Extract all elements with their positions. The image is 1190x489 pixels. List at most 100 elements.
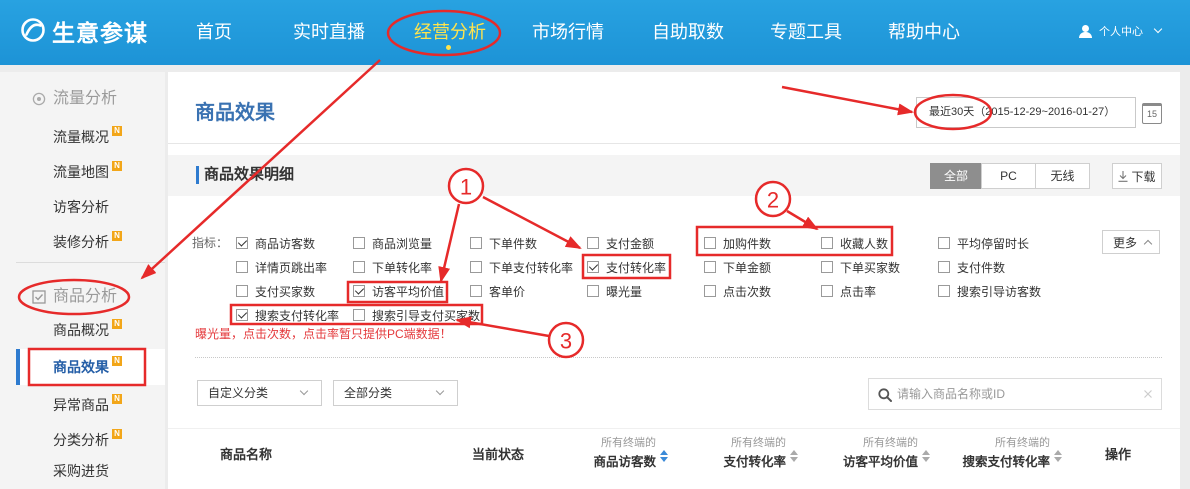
metric-option[interactable]: 点击率: [821, 279, 938, 303]
checkbox[interactable]: [821, 237, 833, 249]
checkbox[interactable]: [353, 309, 365, 321]
metric-option[interactable]: 支付件数: [938, 255, 1055, 279]
sidebar-section-traffic[interactable]: 流量分析: [32, 88, 117, 110]
metric-option[interactable]: 搜索支付转化率: [236, 303, 353, 327]
column-prefix: 所有终端的: [863, 437, 918, 449]
sort-icon[interactable]: [1054, 450, 1062, 462]
metric-label: 下单件数: [489, 236, 538, 251]
checkbox[interactable]: [353, 261, 365, 273]
date-range: （2015-12-29~2016-01-27）: [974, 106, 1116, 118]
search-input[interactable]: [897, 384, 1137, 404]
calendar-icon[interactable]: 15: [1142, 103, 1162, 124]
checkbox[interactable]: [470, 261, 482, 273]
checkbox[interactable]: [470, 237, 482, 249]
sidebar-item-product-overview[interactable]: 商品概况 N: [16, 313, 165, 348]
metric-option[interactable]: 客单价: [470, 279, 587, 303]
sidebar-item-product-effect[interactable]: 商品效果 N: [16, 349, 165, 385]
metric-option[interactable]: 详情页跳出率: [236, 255, 353, 279]
sort-icon[interactable]: [790, 450, 798, 462]
new-badge: N: [112, 126, 122, 136]
user-menu[interactable]: 个人中心: [1079, 22, 1163, 40]
metric-option[interactable]: 搜索引导访客数: [938, 279, 1055, 303]
metrics-label: 指标：: [192, 236, 229, 250]
metric-option[interactable]: 支付金额: [587, 231, 704, 255]
logo[interactable]: 生意参谋: [20, 16, 148, 46]
column-search-pay-conversion[interactable]: 所有终端的 搜索支付转化率: [930, 434, 1050, 472]
sidebar-item-visitor-analysis[interactable]: 访客分析: [16, 190, 165, 225]
tab-wireless[interactable]: 无线: [1035, 163, 1090, 189]
metric-option[interactable]: 商品浏览量: [353, 231, 470, 255]
checkbox[interactable]: [236, 261, 248, 273]
metric-option[interactable]: 支付转化率: [587, 255, 704, 279]
sidebar-item-category-analysis[interactable]: 分类分析 N: [16, 423, 165, 458]
checkbox[interactable]: [236, 237, 248, 249]
metric-option[interactable]: 点击次数: [704, 279, 821, 303]
checkbox[interactable]: [704, 285, 716, 297]
download-button[interactable]: 下载: [1112, 163, 1162, 189]
checkbox[interactable]: [353, 237, 365, 249]
sidebar-item-traffic-overview[interactable]: 流量概况 N: [16, 120, 165, 155]
metric-option[interactable]: 下单转化率: [353, 255, 470, 279]
checkbox[interactable]: [587, 261, 599, 273]
metric-option[interactable]: 收藏人数: [821, 231, 938, 255]
checkbox[interactable]: [821, 261, 833, 273]
nav-item-tools[interactable]: 专题工具: [770, 20, 842, 44]
more-metrics-button[interactable]: 更多: [1102, 230, 1160, 254]
checkbox[interactable]: [236, 285, 248, 297]
metric-option[interactable]: 平均停留时长: [938, 231, 1055, 255]
metric-option[interactable]: 下单买家数: [821, 255, 938, 279]
date-range-picker[interactable]: 最近30天（2015-12-29~2016-01-27）: [916, 97, 1136, 128]
checkbox[interactable]: [821, 285, 833, 297]
nav-item-self-service-data[interactable]: 自助取数: [652, 20, 724, 44]
column-visitor-value[interactable]: 所有终端的 访客平均价值: [798, 434, 918, 472]
chevron-down-icon: [435, 386, 445, 396]
sidebar-item-abnormal-products[interactable]: 异常商品 N: [16, 388, 165, 423]
checkbox[interactable]: [236, 309, 248, 321]
metric-label: 点击次数: [723, 284, 772, 299]
new-badge: N: [112, 429, 122, 439]
user-icon: [1079, 24, 1092, 38]
metric-label: 下单支付转化率: [489, 260, 574, 275]
metric-label: 支付金额: [606, 236, 655, 251]
metric-option[interactable]: 支付买家数: [236, 279, 353, 303]
metric-option[interactable]: 加购件数: [704, 231, 821, 255]
metric-option[interactable]: 下单支付转化率: [470, 255, 587, 279]
checkbox[interactable]: [938, 285, 950, 297]
column-pay-conversion[interactable]: 所有终端的 支付转化率: [666, 434, 786, 472]
metric-option[interactable]: 搜索引导支付买家数: [353, 303, 480, 327]
all-category-dropdown[interactable]: 全部分类: [333, 380, 458, 406]
sort-icon[interactable]: [922, 450, 930, 462]
tab-all[interactable]: 全部: [930, 163, 982, 189]
checkbox[interactable]: [587, 285, 599, 297]
checkbox[interactable]: [587, 237, 599, 249]
metric-option[interactable]: 曝光量: [587, 279, 704, 303]
app-title: 生意参谋: [52, 20, 148, 46]
nav-item-home[interactable]: 首页: [196, 20, 232, 44]
nav-item-business-analysis[interactable]: 经营分析: [414, 20, 486, 44]
sidebar-item-purchasing[interactable]: 采购进货: [16, 454, 165, 489]
metric-option[interactable]: 商品访客数: [236, 231, 353, 255]
checkbox[interactable]: [470, 285, 482, 297]
download-label: 下载: [1131, 169, 1156, 184]
nav-item-help[interactable]: 帮助中心: [888, 20, 960, 44]
logo-icon: [20, 17, 46, 46]
close-icon[interactable]: [1143, 389, 1153, 399]
checkbox[interactable]: [704, 261, 716, 273]
checkbox[interactable]: [938, 237, 950, 249]
checkbox[interactable]: [704, 237, 716, 249]
nav-item-market[interactable]: 市场行情: [532, 20, 604, 44]
column-visitors[interactable]: 所有终端的 商品访客数: [536, 434, 656, 472]
metric-option[interactable]: 下单金额: [704, 255, 821, 279]
new-badge: N: [112, 231, 122, 241]
custom-category-dropdown[interactable]: 自定义分类: [197, 380, 322, 406]
checkbox[interactable]: [353, 285, 365, 297]
tab-pc[interactable]: PC: [981, 163, 1036, 189]
metric-option[interactable]: 下单件数: [470, 231, 587, 255]
checkbox[interactable]: [938, 261, 950, 273]
sidebar-section-product[interactable]: 商品分析: [32, 286, 117, 308]
column-label: 支付转化率: [723, 455, 786, 469]
sidebar-item-traffic-map[interactable]: 流量地图 N: [16, 155, 165, 190]
nav-item-live[interactable]: 实时直播: [293, 20, 365, 44]
metric-option[interactable]: 访客平均价值: [353, 279, 470, 303]
sidebar-item-decoration-analysis[interactable]: 装修分析 N: [16, 225, 165, 260]
